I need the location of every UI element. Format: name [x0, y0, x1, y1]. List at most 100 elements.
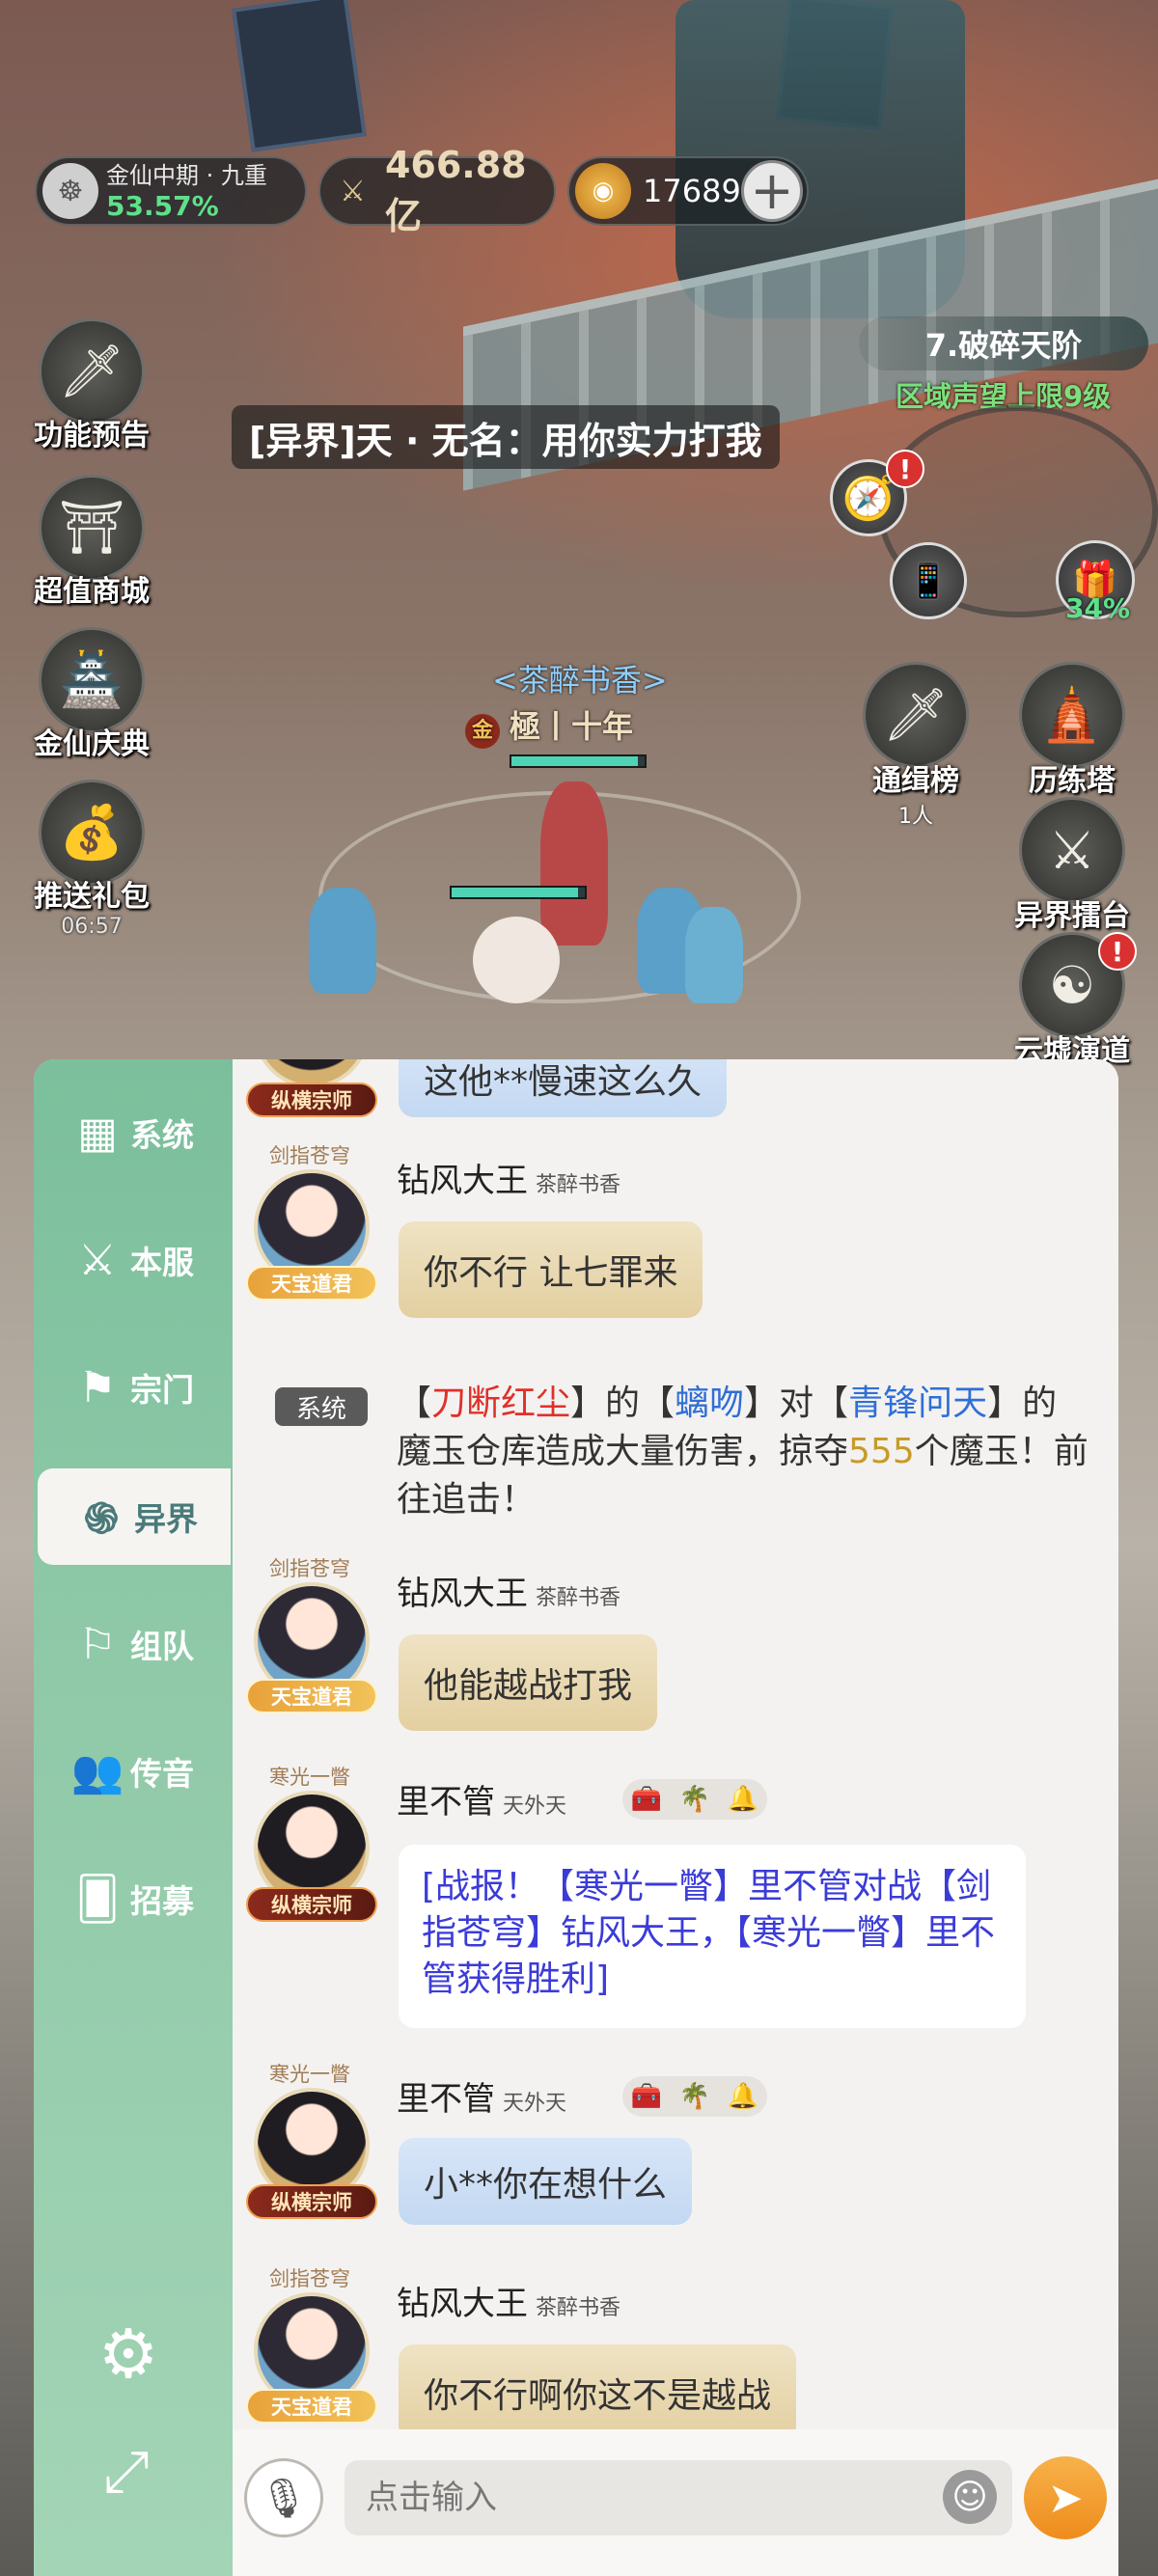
chat-settings-gear-icon[interactable]: ⚙ [90, 2315, 167, 2394]
tab-whisper[interactable]: 👥 传音 [34, 1723, 233, 1820]
push-gift-timer: 06:57 [61, 915, 123, 939]
spirit-stone-icon: ◉ [575, 163, 631, 219]
chat-input-bar: 🎙 ☺ ➤ [233, 2429, 1118, 2576]
tab-sect[interactable]: ⚑ 宗门 [34, 1339, 233, 1436]
wanted-list-button[interactable]: 🗡 通缉榜 1人 [843, 662, 988, 830]
title-badge: 天宝道君 [246, 1266, 377, 1301]
microphone-icon[interactable]: 🎙 [244, 2458, 323, 2537]
title-badge: 天宝道君 [246, 1679, 377, 1713]
sword-icon: 🗡 [39, 318, 145, 425]
enemy-character[interactable] [309, 888, 376, 994]
player-character[interactable] [540, 781, 608, 945]
rank-title: 金仙中期 · 九重 [106, 162, 267, 189]
tab-system[interactable]: ▦ 系统 [34, 1084, 233, 1181]
character-name: <茶醉书香> [492, 662, 668, 699]
chat-message-list[interactable]: 纵横宗师 这他**慢速这么久 剑指苍穹 天宝道君 钻风大王 茶醉书香 你不行 让七… [233, 1059, 1118, 2429]
crossed-swords-icon: ⚔ [78, 1235, 117, 1285]
user-server: 天外天 [503, 2092, 567, 2116]
enemy-character[interactable] [685, 907, 743, 1003]
chat-message: 剑指苍穹 天宝道君 钻风大王 茶醉书香 你不行 让七罪来 [233, 1140, 1118, 1382]
guild-name: 剑指苍穹 [269, 2267, 350, 2290]
shop-label: 超值商城 [34, 575, 150, 609]
title-badge: 纵横宗师 [246, 1887, 377, 1922]
tab-otherworld[interactable]: ֍ 异界 [38, 1468, 231, 1565]
title-badge: 天宝道君 [246, 2389, 377, 2424]
celebration-button[interactable]: 🏯 金仙庆典 [19, 627, 164, 762]
text-part: 】的【 [570, 1384, 676, 1423]
player-link[interactable]: 青锋问天 [848, 1384, 987, 1423]
tree-medal-icon: 🌴 [678, 2082, 711, 2111]
vortex-icon: ֍ [84, 1494, 119, 1544]
chest-medal-icon: 🧰 [630, 1785, 663, 1814]
character-title: 金極丨十年 [465, 702, 633, 749]
user-name[interactable]: 钻风大王 [397, 1575, 528, 1613]
cultivation-rank-pill[interactable]: ☸ 金仙中期 · 九重 53.57% [35, 156, 307, 226]
guild-name: 寒光一瞥 [269, 2063, 350, 2086]
chat-bubble: 他能越战打我 [399, 1634, 658, 1731]
guild-name: 剑指苍穹 [269, 1144, 350, 1167]
send-icon[interactable]: ➤ [1024, 2456, 1107, 2539]
player-link[interactable]: 螭吻 [675, 1384, 744, 1423]
wanted-list-label: 通缉榜 [872, 764, 959, 798]
chat-bubble: 小**你在想什么 [399, 2138, 693, 2225]
add-currency-button[interactable]: + [741, 160, 803, 222]
expand-icon[interactable]: ⤢ [88, 2433, 165, 2510]
combat-power-pill[interactable]: ⚔ 466.88亿 [318, 144, 556, 237]
user-name[interactable]: 里不管 [397, 2080, 495, 2119]
zone-name[interactable]: 7.破碎天阶 [859, 316, 1148, 370]
tab-label: 传音 [130, 1755, 194, 1793]
loot-amount: 555 [848, 1432, 915, 1471]
emoji-icon[interactable]: ☺ [943, 2470, 997, 2524]
cards-icon: 🂠 [75, 1874, 120, 1924]
player-link[interactable]: 刀断红尘 [431, 1384, 570, 1423]
chat-message: 寒光一瞥 纵横宗师 里不管 天外天 🧰 🌴 🔔 小**你在想什么 [233, 2059, 1118, 2252]
tab-server[interactable]: ⚔ 本服 [34, 1212, 233, 1308]
user-name-line: 钻风大王 茶醉书香 [397, 2277, 620, 2324]
tab-label: 组队 [130, 1628, 194, 1665]
people-icon: 👥 [70, 1747, 124, 1796]
gift-bag-icon: 💰 [39, 780, 145, 886]
flag-icon: ⚐ [78, 1619, 117, 1669]
tree-medal-icon: 🌴 [678, 1785, 711, 1814]
trial-tower-button[interactable]: 🛕 历练塔 [1000, 662, 1144, 799]
system-text: 【刀断红尘】的【螭吻】对【青锋问天】的魔玉仓库造成大量伤害，掠夺555个魔玉！前… [397, 1380, 1091, 1524]
currency-pill[interactable]: ◉ 17689 + [567, 156, 809, 226]
user-name[interactable]: 钻风大王 [397, 2285, 528, 2323]
phone-button[interactable]: 📱 [890, 542, 967, 619]
chat-message: 剑指苍穹 天宝道君 钻风大王 茶醉书香 他能越战打我 [233, 1553, 1118, 1766]
chest-progress: 34% [1065, 592, 1131, 624]
chat-message: 纵横宗师 这他**慢速这么久 [233, 1059, 1118, 1117]
grid-icon: ▦ [77, 1108, 118, 1158]
system-message: 系统 【刀断红尘】的【螭吻】对【青锋问天】的魔玉仓库造成大量伤害，掠夺555个魔… [233, 1384, 1118, 1532]
chat-input[interactable] [345, 2460, 1012, 2535]
hp-bar-fill [452, 888, 579, 897]
guild-name: 寒光一瞥 [269, 1766, 350, 1789]
medal-row: 🧰 🌴 🔔 [622, 2076, 767, 2117]
wanted-count: 1人 [898, 805, 933, 829]
feature-preview-label: 功能预告 [34, 419, 150, 452]
tab-label: 宗门 [130, 1371, 194, 1409]
banner-icon: ⚑ [78, 1362, 117, 1412]
tab-recruit[interactable]: 🂠 招募 [34, 1850, 233, 1947]
feature-preview-button[interactable]: 🗡 功能预告 [19, 318, 164, 453]
user-server: 茶醉书香 [536, 2296, 621, 2320]
tab-label: 系统 [130, 1116, 194, 1154]
crossed-swords-icon: ⚔ [340, 174, 366, 208]
tab-label: 本服 [130, 1244, 194, 1281]
user-server: 茶醉书香 [536, 1586, 621, 1610]
push-gift-button[interactable]: 💰 推送礼包 06:57 [19, 780, 164, 939]
title-text: 極丨十年 [510, 708, 634, 745]
chat-bubble: 这他**慢速这么久 [399, 1059, 728, 1117]
rank-progress: 53.57% [106, 190, 219, 222]
title-badge: 纵横宗师 [246, 2184, 377, 2219]
arena-button[interactable]: ⚔ 异界擂台 [1000, 797, 1144, 934]
user-name-line: 里不管 天外天 [397, 2072, 566, 2120]
text-part: 【 [397, 1384, 432, 1423]
tab-team[interactable]: ⚐ 组队 [34, 1596, 233, 1692]
shop-button[interactable]: ⛩ 超值商城 [19, 475, 164, 610]
user-name[interactable]: 钻风大王 [397, 1162, 528, 1200]
shop-icon: ⛩ [39, 475, 145, 581]
user-name[interactable]: 里不管 [397, 1783, 495, 1822]
world-shout-text: [异界]天 · 无名：用你实力打我 [232, 405, 780, 469]
battle-report-bubble[interactable]: [战报！【寒光一瞥】里不管对战【剑指苍穹】钻风大王，【寒光一瞥】里不管获得胜利] [399, 1845, 1026, 2028]
